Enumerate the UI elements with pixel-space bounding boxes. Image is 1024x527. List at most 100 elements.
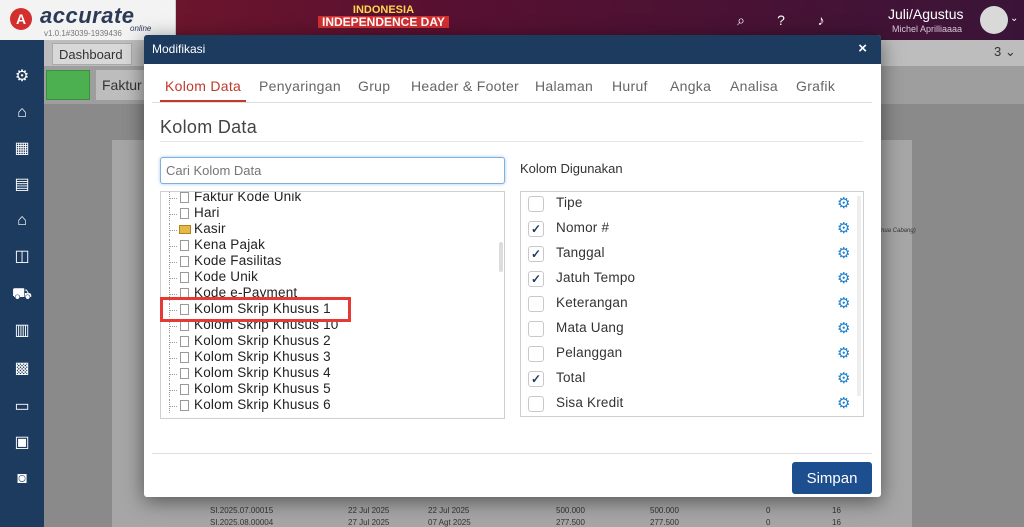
tree-connector [169,399,177,413]
tree-item[interactable]: Faktur Kode Unik [161,191,491,206]
used-column-label: Total [556,370,586,385]
gear-icon[interactable]: ⚙ [837,219,850,237]
chevron-down-icon[interactable]: ⌄ [1010,13,1018,24]
checkbox[interactable]: ✓ [528,371,544,387]
period-label[interactable]: Juli/Agustus [888,6,963,22]
gear-icon[interactable]: ⚙ [837,194,850,212]
report-icon[interactable]: ◙ [11,468,33,490]
file-icon [180,256,189,267]
tree-connector [169,367,177,381]
tree-item-label: Kolom Skrip Khusus 2 [194,333,331,348]
used-columns-label: Kolom Digunakan [520,161,623,176]
checkbox[interactable] [528,321,544,337]
tab-dashboard[interactable]: Dashboard [52,43,132,65]
tab-grup[interactable]: Grup [358,78,390,94]
section-divider [160,141,863,142]
avatar[interactable] [980,6,1008,34]
tree-item[interactable]: Kolom Skrip Khusus 3 [161,349,491,366]
gear-icon[interactable]: ⚙ [837,294,850,312]
gear-icon[interactable]: ⚙ [837,344,850,362]
company-icon[interactable]: ⌂ [11,102,33,124]
tree-item-label: Kena Pajak [194,237,266,252]
report-note: emua Cabang) [876,228,916,234]
tree-connector [169,239,177,253]
gear-icon[interactable]: ⚙ [11,66,33,88]
file-icon [180,240,189,251]
tree-item[interactable]: Kolom Skrip Khusus 6 [161,397,491,414]
building-icon[interactable]: ▦ [11,138,33,160]
asset-icon[interactable]: ▭ [11,396,33,418]
used-column-label: Tanggal [556,245,605,260]
wallet-icon[interactable]: ◫ [11,246,33,268]
ledger-icon[interactable]: ▤ [11,174,33,196]
tree-scrollbar[interactable] [499,242,503,272]
sales-icon[interactable]: ▥ [11,320,33,342]
inventory-icon[interactable]: ▩ [11,358,33,380]
gear-icon[interactable]: ⚙ [837,244,850,262]
search-input[interactable] [160,157,505,184]
tree-item[interactable]: Kode Unik [161,269,491,286]
used-column-label: Jatuh Tempo [556,270,636,285]
tab-grafik[interactable]: Grafik [796,78,835,94]
help-icon[interactable]: ? [772,11,790,29]
tab-penyaringan[interactable]: Penyaringan [259,78,341,94]
tree-connector [169,207,177,221]
checkbox[interactable]: ✓ [528,271,544,287]
checkbox[interactable] [528,346,544,362]
logo-text: accurate [40,3,135,28]
used-column-row: ✓ Jatuh Tempo ⚙ [521,267,861,292]
gear-icon[interactable]: ⚙ [837,369,850,387]
tree-item[interactable]: Kolom Skrip Khusus 4 [161,365,491,382]
logo-mark-icon: A [10,8,32,30]
used-column-row: Mata Uang ⚙ [521,317,861,342]
used-column-row: Tipe ⚙ [521,192,861,217]
tree-item-label: Kasir [194,221,226,236]
app-logo[interactable]: A accurate online v1.0.1#3039-1939436 [0,0,176,40]
cart-icon[interactable]: ⛟ [11,284,33,306]
open-tabs-count[interactable]: 3 ⌄ [994,44,1016,60]
tree-connector [169,223,177,237]
checkbox[interactable]: ✓ [528,221,544,237]
file-icon [180,400,189,411]
tab-angka[interactable]: Angka [670,78,711,94]
tree-connector [169,335,177,349]
close-icon[interactable]: × [858,40,867,57]
checkbox[interactable]: ✓ [528,246,544,262]
checkbox[interactable] [528,296,544,312]
used-columns-scrollbar[interactable] [857,196,861,396]
menu-button[interactable] [46,70,90,100]
independence-banner: INDONESIA INDEPENDENCE DAY [318,4,449,28]
dialog-title: Modifikasi [152,42,206,56]
gear-icon[interactable]: ⚙ [837,269,850,287]
user-name: Michel Aprilliaaaa [892,24,963,34]
tab-kolom-data[interactable]: Kolom Data [165,78,241,94]
bell-icon[interactable]: ♪ [812,11,830,29]
tax-icon[interactable]: ▣ [11,432,33,454]
tree-item[interactable]: Kolom Skrip Khusus 5 [161,381,491,398]
save-button[interactable]: Simpan [792,462,872,494]
checkbox[interactable] [528,396,544,412]
gear-icon[interactable]: ⚙ [837,319,850,337]
tree-item[interactable]: Kasir [161,221,491,238]
tree-connector [169,383,177,397]
tree-item-label: Kolom Skrip Khusus 5 [194,381,331,396]
bank-icon[interactable]: ⌂ [11,210,33,232]
tab-halaman[interactable]: Halaman [535,78,593,94]
sidebar: ⚙ ⌂ ▦ ▤ ⌂ ◫ ⛟ ▥ ▩ ▭ ▣ ◙ [0,40,44,527]
tree-item[interactable]: Kolom Skrip Khusus 2 [161,333,491,350]
tree-item[interactable]: Hari [161,205,491,222]
tab-huruf[interactable]: Huruf [612,78,648,94]
checkbox[interactable] [528,196,544,212]
highlight-box [160,297,351,322]
search-icon[interactable]: ⌕ [732,11,750,29]
tree-item[interactable]: Kode Fasilitas [161,253,491,270]
tree-item-label: Faktur Kode Unik [194,191,302,204]
tab-header-footer[interactable]: Header & Footer [411,78,519,94]
file-icon [180,384,189,395]
gear-icon[interactable]: ⚙ [837,394,850,412]
banner-line2: INDEPENDENCE DAY [318,16,449,28]
tab-analisa[interactable]: Analisa [730,78,778,94]
tree-item-label: Kode Unik [194,269,259,284]
tree-item[interactable]: Kena Pajak [161,237,491,254]
used-column-label: Tipe [556,195,583,210]
